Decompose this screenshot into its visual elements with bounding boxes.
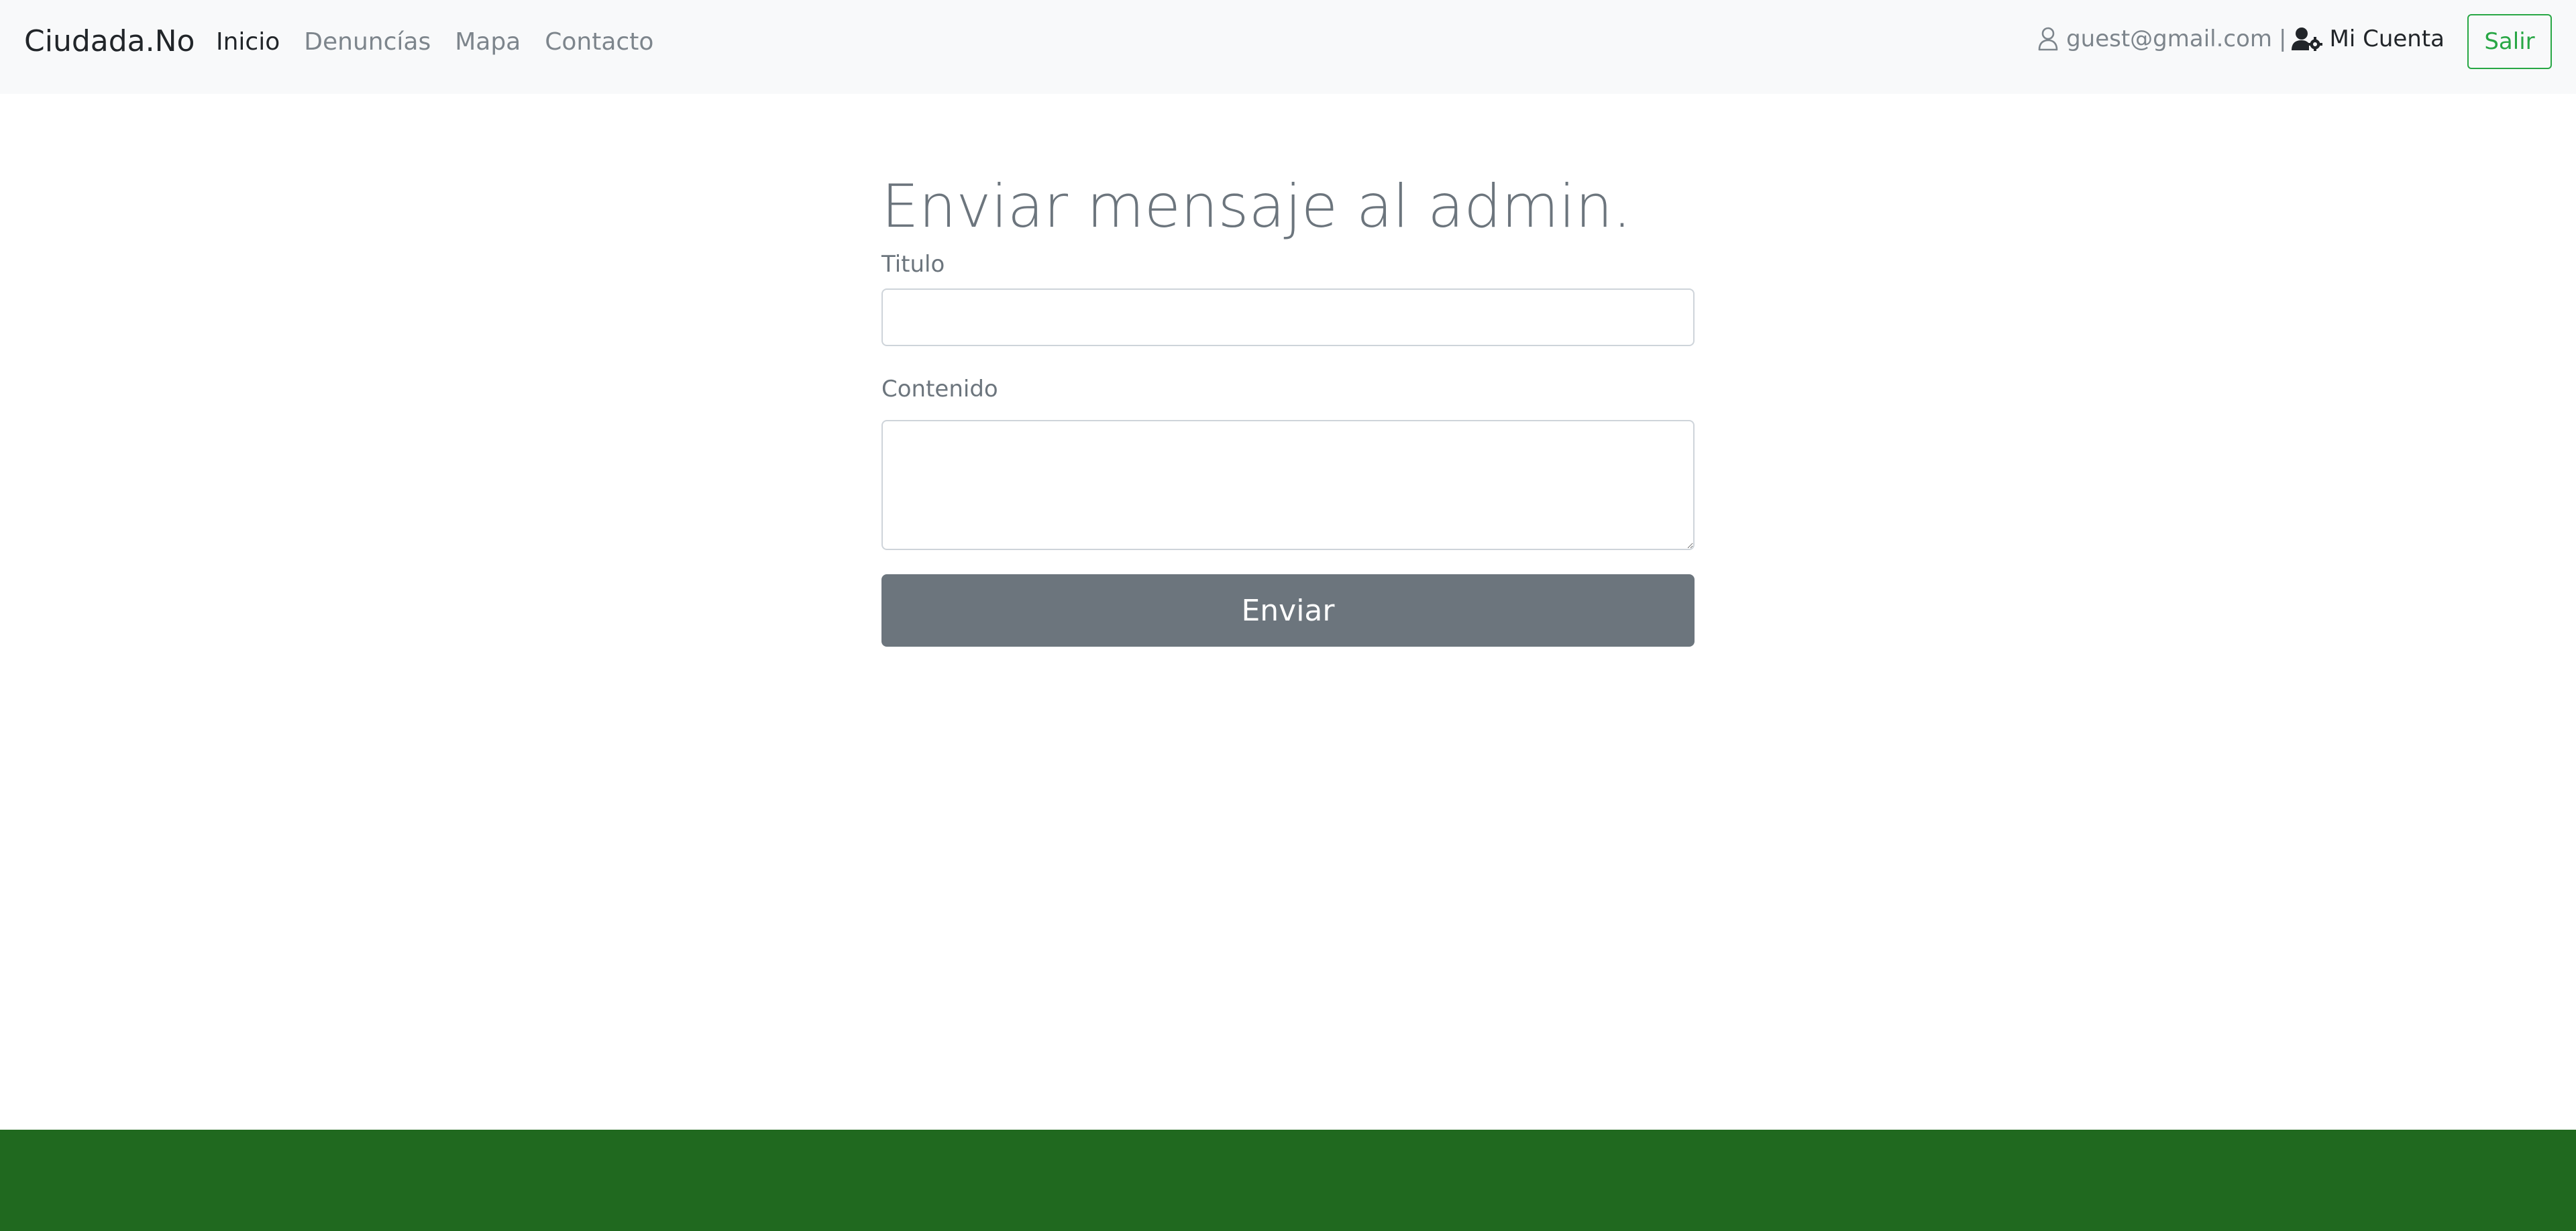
nav-links: Inicio Denuncías Mapa Contacto	[216, 25, 678, 59]
nav-link-contacto[interactable]: Contacto	[545, 26, 653, 58]
nav-link-denuncias[interactable]: Denuncías	[304, 26, 431, 58]
content-textarea[interactable]	[881, 420, 1695, 550]
content-field-label: Contenido	[881, 376, 998, 403]
account-link-label: Mi Cuenta	[2329, 25, 2445, 52]
user-outline-icon	[2038, 27, 2058, 51]
title-input[interactable]	[881, 288, 1695, 346]
brand-logo[interactable]: Ciudada.No	[24, 23, 195, 60]
user-cog-icon	[2292, 28, 2323, 51]
footer-bar	[0, 1130, 2576, 1231]
top-navbar: Ciudada.No Inicio Denuncías Mapa Contact…	[0, 0, 2576, 94]
account-link[interactable]: Mi Cuenta	[2292, 24, 2445, 54]
page-title: Enviar mensaje al admin.	[881, 172, 1632, 241]
title-field-label: Titulo	[881, 251, 945, 278]
nav-link-mapa[interactable]: Mapa	[455, 26, 521, 58]
logout-button[interactable]: Salir	[2467, 14, 2552, 69]
user-email: guest@gmail.com	[2038, 24, 2272, 54]
user-email-text: guest@gmail.com	[2066, 25, 2273, 52]
message-form-container: Enviar mensaje al admin. Titulo Contenid…	[881, 168, 1695, 647]
submit-button[interactable]: Enviar	[881, 574, 1695, 647]
nav-link-inicio[interactable]: Inicio	[216, 26, 280, 58]
nav-separator: |	[2279, 25, 2287, 52]
nav-user-area: guest@gmail.com | Mi Cuenta Salir	[2038, 13, 2576, 70]
